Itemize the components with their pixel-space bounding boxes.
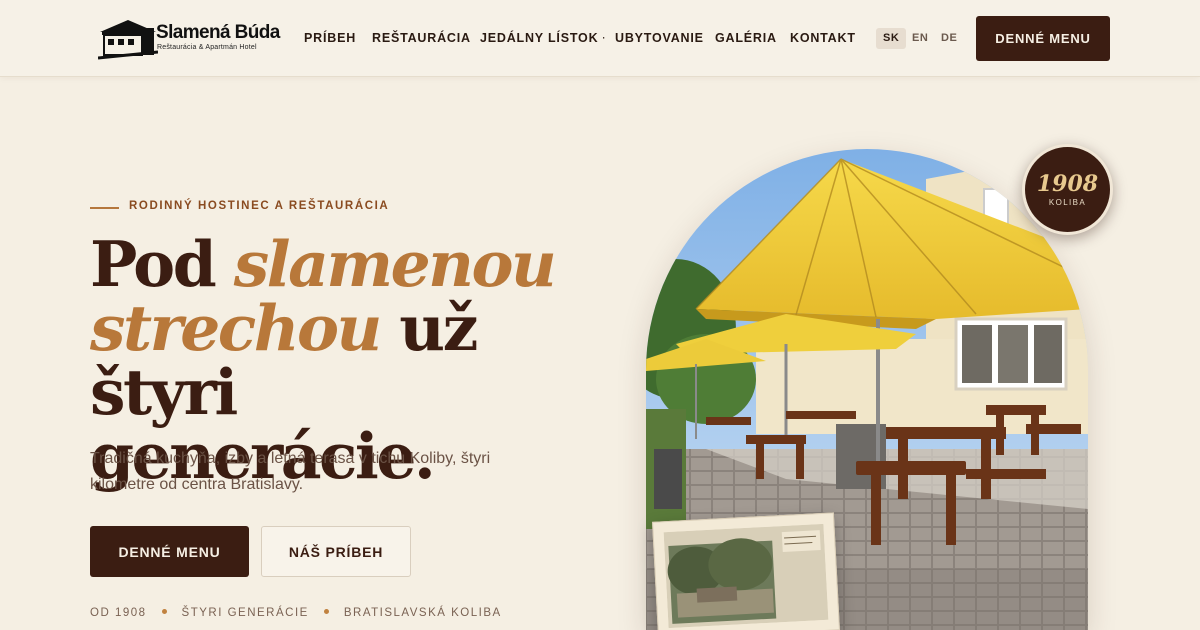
daily-menu-header-button[interactable]: DENNÉ MENU <box>976 16 1110 61</box>
eyebrow-divider <box>90 207 119 209</box>
logo-house-icon <box>98 20 158 60</box>
badge-label: KOLIBA <box>1048 198 1087 207</box>
site-header: Slamená Búda Reštaurácia & Apartmán Hote… <box>0 0 1200 77</box>
nav-item-jedalny-listok[interactable]: JEDÁLNY LÍSTOK · <box>480 31 606 45</box>
fact-item: OD 1908 <box>90 607 147 619</box>
nav-item-restauracia[interactable]: REŠTAURÁCIA <box>372 31 471 45</box>
badge-year: 1908 <box>1036 171 1099 197</box>
headline-accent2: strechou <box>90 291 382 365</box>
brand-name: Slamená Búda <box>156 22 280 43</box>
our-story-button[interactable]: NÁŠ PRÍBEH <box>261 526 411 577</box>
daily-menu-button[interactable]: DENNÉ MENU <box>90 526 249 577</box>
language-sk[interactable]: SK <box>876 28 907 49</box>
brand-logo[interactable]: Slamená Búda Reštaurácia & Apartmán Hote… <box>98 16 280 62</box>
nav-item-kontakt[interactable]: KONTAKT <box>790 31 856 45</box>
nav-item-pribeh[interactable]: PRÍBEH <box>304 31 356 45</box>
hero-facts: OD 1908 ŠTYRI GENERÁCIE BRATISLAVSKÁ KOLIB… <box>90 607 502 619</box>
headline-accent1: slamenou <box>233 227 557 301</box>
brand-tagline: Reštaurácia & Apartmán Hotel <box>157 44 257 51</box>
nav-item-galeria[interactable]: GALÉRIA <box>715 31 777 45</box>
fact-item: BRATISLAVSKÁ KOLIBA <box>343 607 502 619</box>
hero-lead: Tradičná kuchyňa, izby a letná terasa v … <box>90 450 491 493</box>
year-badge: 1908 KOLIBA <box>1022 144 1113 235</box>
chevron-down-icon: · <box>602 33 607 43</box>
headline-part1: Pod <box>90 227 234 301</box>
nav-item-ubytovanie[interactable]: UBYTOVANIE <box>615 31 704 45</box>
language-de[interactable]: DE <box>934 28 964 49</box>
bullet-dot-icon <box>323 609 329 614</box>
vintage-postcard-photo <box>652 512 840 630</box>
language-en[interactable]: EN <box>905 28 935 49</box>
bullet-dot-icon <box>161 609 167 614</box>
postcard-image <box>663 523 829 629</box>
hero-eyebrow: RODINNÝ HOSTINEC A REŠTAURÁCIA <box>129 200 390 212</box>
nav-item-label: JEDÁLNY LÍSTOK <box>480 31 599 45</box>
fact-item: ŠTYRI GENERÁCIE <box>181 607 309 619</box>
